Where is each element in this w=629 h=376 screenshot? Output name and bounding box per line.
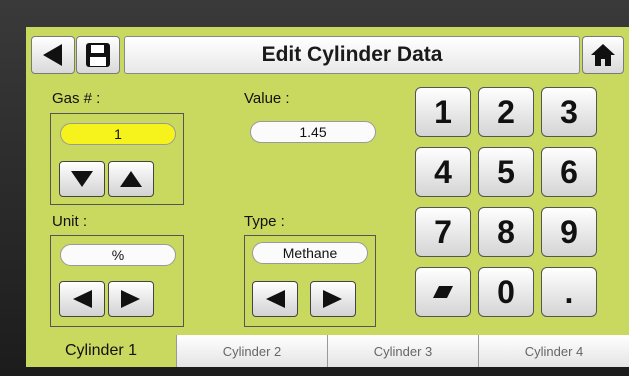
type-field[interactable]: Methane — [252, 242, 368, 264]
gas-decrement-button[interactable] — [59, 161, 105, 197]
key-7[interactable]: 7 — [415, 207, 471, 257]
tab-cylinder-3[interactable]: Cylinder 3 — [327, 335, 478, 367]
right-arrow-icon — [121, 290, 140, 308]
home-button[interactable] — [582, 36, 624, 74]
eraser-icon — [433, 286, 453, 298]
key-9[interactable]: 9 — [541, 207, 597, 257]
left-arrow-icon — [266, 290, 285, 308]
key-6[interactable]: 6 — [541, 147, 597, 197]
value-label: Value : — [244, 90, 290, 107]
tab-cylinder-4[interactable]: Cylinder 4 — [478, 335, 629, 367]
key-5[interactable]: 5 — [478, 147, 534, 197]
tab-cylinder-2[interactable]: Cylinder 2 — [176, 335, 327, 367]
type-previous-button[interactable] — [252, 281, 298, 317]
key-1[interactable]: 1 — [415, 87, 471, 137]
back-button[interactable] — [31, 36, 75, 74]
home-icon — [591, 44, 615, 66]
floppy-save-icon — [86, 43, 110, 67]
clear-key[interactable] — [415, 267, 471, 317]
unit-label: Unit : — [52, 213, 88, 230]
down-arrow-icon — [71, 171, 93, 187]
key-8[interactable]: 8 — [478, 207, 534, 257]
key-0[interactable]: 0 — [478, 267, 534, 317]
value-field[interactable]: 1.45 — [250, 121, 376, 143]
right-arrow-icon — [323, 290, 342, 308]
type-label: Type : — [244, 213, 285, 230]
key-2[interactable]: 2 — [478, 87, 534, 137]
type-next-button[interactable] — [310, 281, 356, 317]
cylinder-tabs: Cylinder 1 Cylinder 2 Cylinder 3 Cylinde… — [26, 335, 629, 367]
gas-number-field[interactable]: 1 — [60, 123, 176, 145]
up-arrow-icon — [120, 171, 142, 187]
touch-screen: Edit Cylinder Data Gas # : 1 Value : 1.4… — [26, 27, 629, 367]
key-decimal[interactable]: . — [541, 267, 597, 317]
save-button[interactable] — [76, 36, 120, 74]
unit-previous-button[interactable] — [59, 281, 105, 317]
unit-next-button[interactable] — [108, 281, 154, 317]
page-title: Edit Cylinder Data — [124, 36, 580, 74]
gas-label: Gas # : — [52, 90, 101, 107]
key-3[interactable]: 3 — [541, 87, 597, 137]
key-4[interactable]: 4 — [415, 147, 471, 197]
back-arrow-icon — [43, 44, 62, 66]
unit-field[interactable]: % — [60, 244, 176, 266]
tab-cylinder-1[interactable]: Cylinder 1 — [26, 335, 176, 367]
gas-increment-button[interactable] — [108, 161, 154, 197]
left-arrow-icon — [73, 290, 92, 308]
